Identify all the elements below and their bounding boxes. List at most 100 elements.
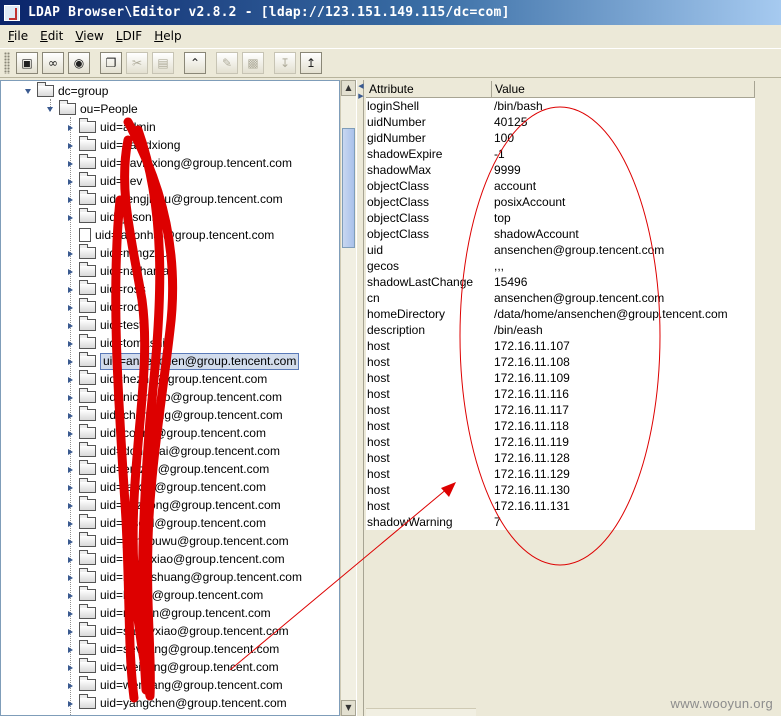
- tree-node-label[interactable]: uid=donnalai@group.tencent.com: [100, 442, 280, 460]
- attribute-value-cell[interactable]: 172.16.11.129: [494, 466, 570, 482]
- attribute-value-cell[interactable]: 172.16.11.131: [494, 498, 570, 514]
- tree-node-label[interactable]: uid=yangchen@group.tencent.com: [100, 694, 287, 712]
- attribute-name-cell[interactable]: shadowMax: [367, 162, 431, 178]
- tree-collapsed-handle-icon[interactable]: [67, 429, 75, 437]
- tree-collapsed-handle-icon[interactable]: [67, 141, 75, 149]
- attribute-name-cell[interactable]: gidNumber: [367, 130, 426, 146]
- tree-entry-node[interactable]: uid=tomashi: [67, 334, 165, 352]
- attribute-name-cell[interactable]: host: [367, 386, 390, 402]
- attribute-value-cell[interactable]: 172.16.11.108: [494, 354, 570, 370]
- tree-node-label[interactable]: uid=jasonhai: [100, 208, 168, 226]
- tree-collapsed-handle-icon[interactable]: [67, 393, 75, 401]
- attribute-name-cell[interactable]: description: [367, 322, 425, 338]
- table-row[interactable]: homeDirectory/data/home/ansenchen@group.…: [366, 306, 755, 322]
- tree-entry-node[interactable]: uid=mason@group.tencent.com: [67, 604, 271, 622]
- tree-entry-node[interactable]: uid=yangchen@group.tencent.com: [67, 694, 287, 712]
- tree-collapsed-handle-icon[interactable]: [67, 357, 75, 365]
- tree-collapsed-handle-icon[interactable]: [67, 645, 75, 653]
- tree-node-label[interactable]: uid=jiangpuwu@group.tencent.com: [100, 532, 289, 550]
- attribute-value-cell[interactable]: top: [494, 210, 511, 226]
- tree-entry-node[interactable]: uid=ross: [67, 280, 146, 298]
- table-row[interactable]: cn ansenchen@group.tencent.com: [366, 290, 755, 306]
- edit-icon[interactable]: ✎: [216, 52, 238, 74]
- attribute-name-cell[interactable]: homeDirectory: [367, 306, 445, 322]
- tree-entry-node[interactable]: uid=donnalai@group.tencent.com: [67, 442, 280, 460]
- tree-entry-node[interactable]: uid=hezhu@group.tencent.com: [67, 370, 267, 388]
- tree-scrollbar[interactable]: ▲ ▼: [340, 80, 356, 716]
- tree-collapsed-handle-icon[interactable]: [67, 321, 75, 329]
- attribute-value-cell[interactable]: /bin/eash: [494, 322, 543, 338]
- tree-node-label[interactable]: uid=kevinshuang@group.tencent.com: [100, 568, 302, 586]
- scroll-down-arrow-icon[interactable]: ▼: [341, 700, 356, 716]
- attribute-name-cell[interactable]: loginShell: [367, 98, 419, 114]
- table-row[interactable]: host 172.16.11.118: [366, 418, 755, 434]
- tree-collapsed-handle-icon[interactable]: [67, 699, 75, 707]
- tree-collapsed-handle-icon[interactable]: [67, 123, 75, 131]
- tree-entry-node[interactable]: uid=davidxiong@group.tencent.com: [67, 154, 292, 172]
- attribute-value-cell[interactable]: ansenchen@group.tencent.com: [494, 242, 664, 258]
- tree-node-label[interactable]: uid=admin: [100, 118, 156, 136]
- directory-tree[interactable]: dc=group ou=People uid=admin uid=davidxiong…: [0, 80, 340, 716]
- tree-entry-node[interactable]: uid=feixyu@group.tencent.com: [67, 478, 266, 496]
- tree-entry-node[interactable]: uid=jiangpuwu@group.tencent.com: [67, 532, 289, 550]
- attribute-value-cell[interactable]: 172.16.11.117: [494, 402, 569, 418]
- tree-entry-node[interactable]: uid=chenxing@group.tencent.com: [67, 406, 283, 424]
- attribute-value-cell[interactable]: 172.16.11.109: [494, 370, 570, 386]
- attribute-name-cell[interactable]: host: [367, 354, 390, 370]
- tree-collapsed-handle-icon[interactable]: [67, 285, 75, 293]
- attribute-value-cell[interactable]: 172.16.11.116: [494, 386, 569, 402]
- search-icon[interactable]: ◉: [68, 52, 90, 74]
- tree-node-label[interactable]: uid=test: [100, 316, 142, 334]
- tree-collapsed-handle-icon[interactable]: [67, 375, 75, 383]
- attribute-name-cell[interactable]: objectClass: [367, 178, 429, 194]
- tree-collapsed-handle-icon[interactable]: [67, 573, 75, 581]
- toolbar-grip[interactable]: [4, 52, 10, 74]
- export-icon[interactable]: ↥: [300, 52, 322, 74]
- tree-collapsed-handle-icon[interactable]: [67, 681, 75, 689]
- table-row[interactable]: shadowWarning 7: [366, 514, 755, 530]
- tree-collapsed-handle-icon[interactable]: [67, 519, 75, 527]
- attribute-value-cell[interactable]: account: [494, 178, 536, 194]
- paste-icon[interactable]: ▤: [152, 52, 174, 74]
- tree-entry-node[interactable]: uid=root: [67, 298, 144, 316]
- table-row[interactable]: objectClass posixAccount: [366, 194, 755, 210]
- attribute-value-cell[interactable]: 7: [494, 514, 501, 530]
- tree-entry-node[interactable]: uid=admin: [67, 118, 156, 136]
- tree-collapsed-handle-icon[interactable]: [67, 447, 75, 455]
- tree-node-label[interactable]: uid=mason@group.tencent.com: [100, 604, 271, 622]
- table-row[interactable]: gecos,,,: [366, 258, 755, 274]
- tree-expanded-handle-icon[interactable]: [47, 105, 55, 113]
- tree-entry-node[interactable]: uid=weizeng@group.tencent.com: [67, 658, 279, 676]
- delete-icon[interactable]: ▩: [242, 52, 264, 74]
- table-row[interactable]: objectClass shadowAccount: [366, 226, 755, 242]
- attribute-value-cell[interactable]: posixAccount: [494, 194, 565, 210]
- column-header-value[interactable]: Value: [492, 81, 755, 98]
- menu-help[interactable]: Help: [148, 26, 187, 46]
- table-row[interactable]: shadowExpire -1: [366, 146, 755, 162]
- attribute-name-cell[interactable]: host: [367, 482, 390, 498]
- attribute-value-cell[interactable]: 15496: [494, 274, 527, 290]
- tree-entry-node[interactable]: uid=dev: [67, 172, 142, 190]
- tree-collapsed-handle-icon[interactable]: [67, 213, 75, 221]
- connect-icon[interactable]: ▣: [16, 52, 38, 74]
- tree-node-label[interactable]: uid=davidxiong: [100, 136, 180, 154]
- tree-entry-node[interactable]: uid=jasonhai@group.tencent.com: [67, 226, 274, 244]
- tree-node-label[interactable]: uid=chenxing@group.tencent.com: [100, 406, 283, 424]
- tree-node-label[interactable]: uid=fengjiaxu@group.tencent.com: [100, 190, 283, 208]
- attribute-name-cell[interactable]: host: [367, 434, 390, 450]
- table-row[interactable]: host 172.16.11.131: [366, 498, 755, 514]
- attribute-value-cell[interactable]: 100: [494, 130, 514, 146]
- tree-collapsed-handle-icon[interactable]: [67, 231, 75, 239]
- menu-ldif[interactable]: LDIF: [110, 26, 148, 46]
- tree-entry-node[interactable]: uid=nathaniao: [67, 262, 176, 280]
- attribute-value-cell[interactable]: 172.16.11.107: [494, 338, 570, 354]
- attribute-table[interactable]: Attribute Value loginShell/bin/bash uidNu…: [366, 81, 755, 530]
- tree-node-label[interactable]: uid=sandyxiao@group.tencent.com: [100, 622, 289, 640]
- attribute-name-cell[interactable]: shadowLastChange: [367, 274, 473, 290]
- tree-entry-node[interactable]: uid=kevinshuang@group.tencent.com: [67, 568, 302, 586]
- tree-collapsed-handle-icon[interactable]: [67, 195, 75, 203]
- tree-collapsed-handle-icon[interactable]: [67, 591, 75, 599]
- tree-node-label[interactable]: uid=sevyang@group.tencent.com: [100, 640, 279, 658]
- attribute-value-cell[interactable]: 172.16.11.130: [494, 482, 570, 498]
- tree-node-label[interactable]: uid=ross: [100, 280, 146, 298]
